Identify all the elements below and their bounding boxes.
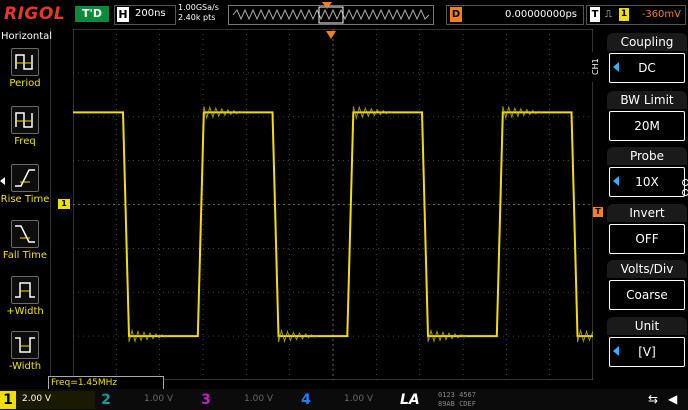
trigger-box[interactable]: T ⎍ 1 -360mV — [586, 5, 686, 25]
unit-title: Unit — [607, 317, 687, 335]
measure-negative-width-button[interactable]: -Width — [0, 331, 50, 381]
trigger-channel: 1 — [619, 8, 629, 21]
fall-time-label: Fall Time — [2, 250, 48, 261]
trigger-status-badge: T'D — [75, 6, 109, 22]
invert-title: Invert — [607, 204, 687, 222]
waveform-display-grid[interactable] — [73, 29, 593, 380]
memory-depth: 2.40k pts — [178, 13, 216, 22]
ch2-scale: 1.00 V — [144, 394, 174, 404]
period-label: Period — [9, 78, 41, 89]
trigger-level-marker[interactable]: T — [593, 207, 603, 217]
ch1-status-tab[interactable]: 1 2.00 V — [0, 391, 95, 409]
ch1-scale: 2.00 V — [22, 394, 52, 404]
measure-positive-width-button[interactable]: +Width — [0, 276, 50, 326]
sample-rate: 1.00GSa/s — [178, 3, 219, 12]
bw-limit-menu-item[interactable]: BW Limit 20M — [607, 91, 687, 147]
ch1-offset-marker[interactable]: 1 — [58, 199, 70, 209]
probe-knob-dot-icon-2 — [682, 189, 688, 196]
ch4-status-tab[interactable]: 4 1.00 V — [298, 391, 396, 409]
probe-menu-item[interactable]: Probe 10X — [607, 147, 687, 203]
coupling-left-arrow-icon — [613, 62, 619, 72]
channel-tab: CH1 — [591, 52, 603, 82]
measure-fall-time-button[interactable]: Fall Time — [0, 220, 50, 270]
positive-width-icon — [11, 276, 39, 304]
measure-menu-title: Horizontal — [1, 31, 53, 42]
volts-div-menu-item[interactable]: Volts/Div Coarse — [607, 260, 687, 316]
logic-analyzer-label[interactable]: LA — [400, 392, 420, 408]
unit-menu-item[interactable]: Unit [V] — [607, 317, 687, 373]
la-bits-bottom: 89AB CDEF — [438, 400, 476, 408]
delay-box[interactable]: D 0.00000000ps — [446, 5, 584, 25]
memory-trigger-marker-icon — [322, 2, 332, 9]
frequency-measurement: Freq=1.45MHz — [48, 376, 164, 390]
la-bits-top: 0123 4567 — [438, 391, 476, 399]
probe-knob-dot-icon — [682, 179, 688, 186]
trigger-level: -360mV — [641, 9, 681, 20]
coupling-menu-item[interactable]: Coupling DC — [607, 33, 687, 89]
trigger-position-marker-icon[interactable] — [326, 31, 336, 39]
volts-div-title: Volts/Div — [607, 260, 687, 278]
probe-title: Probe — [607, 147, 687, 165]
rigol-logo: RIGOL — [4, 4, 66, 24]
sample-info: 1.00GSa/s 2.40k pts — [178, 3, 219, 23]
trigger-label: T — [590, 7, 600, 22]
rising-edge-icon: ⎍ — [605, 9, 612, 20]
frequency-icon — [11, 106, 39, 134]
measure-rise-time-button[interactable]: Rise Time — [0, 164, 50, 214]
unit-left-arrow-icon — [613, 346, 619, 356]
ch4-scale: 1.00 V — [344, 394, 374, 404]
invert-menu-item[interactable]: Invert OFF — [607, 204, 687, 260]
ch3-scale: 1.00 V — [244, 394, 274, 404]
period-icon — [11, 48, 39, 76]
rise-time-icon — [11, 164, 39, 192]
logic-analyzer-bits[interactable]: 0123 4567 89AB CDEF — [438, 391, 476, 409]
probe-left-arrow-icon — [613, 176, 619, 186]
volts-div-value: Coarse — [609, 280, 685, 310]
unit-value: [V] — [609, 337, 685, 367]
usb-icon: ⇆ — [648, 392, 659, 406]
bw-limit-title: BW Limit — [607, 91, 687, 109]
probe-value: 10X — [609, 167, 685, 197]
negative-width-label: -Width — [8, 361, 42, 372]
negative-width-icon — [11, 331, 39, 359]
ch3-status-tab[interactable]: 3 1.00 V — [198, 391, 296, 409]
delay-value: 0.00000000ps — [505, 9, 577, 20]
measure-period-button[interactable]: Period — [0, 48, 50, 98]
ch4-number: 4 — [301, 392, 311, 408]
measure-freq-button[interactable]: Freq — [0, 106, 50, 156]
horizontal-scale-value: 200ns — [135, 8, 166, 19]
positive-width-label: +Width — [6, 306, 44, 317]
invert-value: OFF — [609, 224, 685, 254]
ch3-number: 3 — [201, 392, 211, 408]
freq-label: Freq — [14, 136, 36, 147]
rise-time-label: Rise Time — [0, 194, 50, 205]
menu-scroll-left-icon — [0, 177, 5, 185]
ch1-number: 1 — [0, 391, 16, 409]
horizontal-scale-box[interactable]: H 200ns — [114, 5, 176, 25]
fall-time-icon — [11, 220, 39, 248]
bw-limit-value: 20M — [609, 111, 685, 141]
ch2-number: 2 — [101, 392, 111, 408]
coupling-title: Coupling — [607, 33, 687, 51]
horizontal-label: H — [117, 7, 129, 22]
coupling-value: DC — [609, 53, 685, 83]
delay-label: D — [450, 7, 462, 22]
speaker-icon: ◀ — [668, 392, 678, 406]
ch2-status-tab[interactable]: 2 1.00 V — [98, 391, 196, 409]
